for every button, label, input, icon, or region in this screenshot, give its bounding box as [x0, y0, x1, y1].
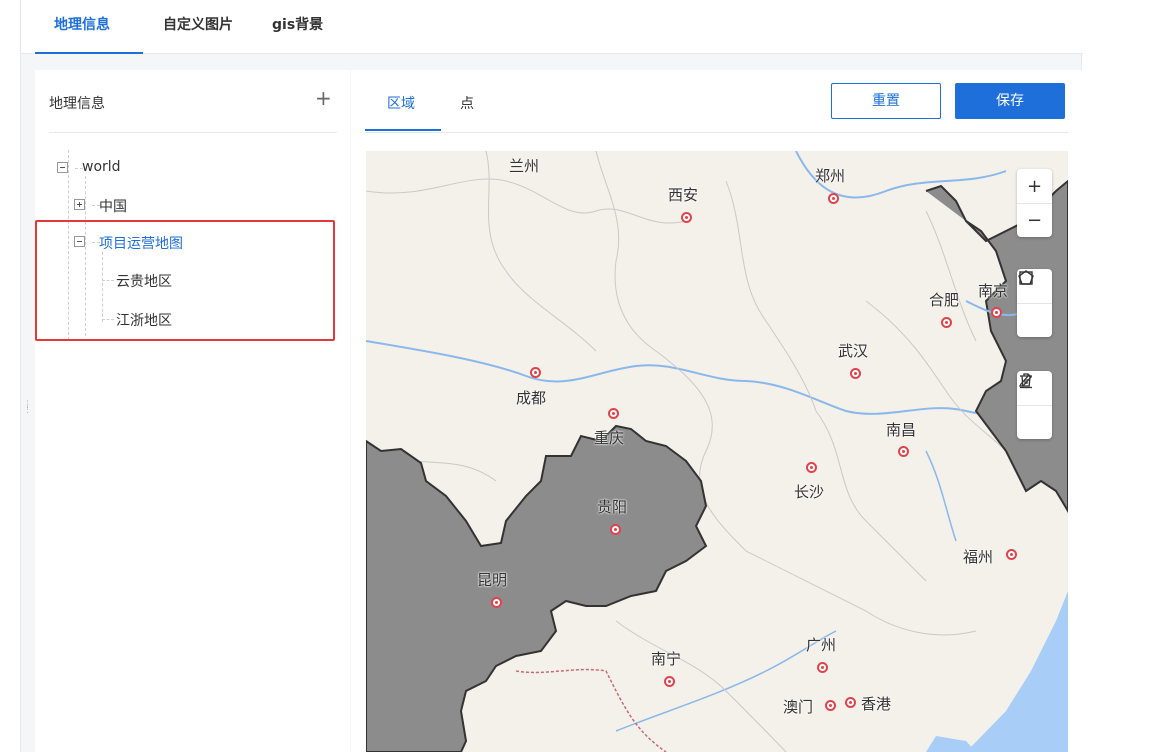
city-label: 合肥: [929, 291, 960, 309]
city-marker[interactable]: [608, 408, 619, 419]
river-line: [925, 450, 957, 542]
map-background: [366, 151, 1068, 752]
divider: [49, 132, 337, 133]
city-marker[interactable]: [825, 700, 836, 711]
map-editor-panel: 区域 点 重置 保存 兰州 郑州 西安 合肥 南京 武汉 成都 重庆 南昌 长沙…: [351, 70, 1083, 752]
city-label: 澳门: [783, 698, 814, 716]
city-marker[interactable]: [898, 446, 909, 457]
city-marker[interactable]: [530, 367, 541, 378]
city-marker[interactable]: [664, 676, 675, 687]
city-label: 昆明: [477, 571, 508, 589]
city-label: 南昌: [886, 421, 917, 439]
city-label: 香港: [861, 695, 892, 713]
tab-geo-info[interactable]: 地理信息: [54, 14, 110, 34]
city-label: 武汉: [838, 342, 869, 360]
tab-gis-background[interactable]: gis背景: [272, 14, 323, 34]
city-label: 兰州: [509, 157, 540, 175]
city-marker[interactable]: [941, 317, 952, 328]
city-label: 长沙: [794, 483, 825, 501]
rectangle-icon[interactable]: [1017, 271, 1052, 337]
highlight-box: [35, 220, 335, 341]
region-yungui[interactable]: [366, 424, 708, 752]
plus-icon[interactable]: +: [315, 86, 332, 110]
zoom-out-icon[interactable]: −: [1017, 203, 1052, 237]
expand-icon[interactable]: [74, 199, 85, 210]
city-marker[interactable]: [845, 697, 856, 708]
tree-node-world[interactable]: world: [82, 159, 121, 175]
sea-area: [926, 736, 976, 752]
city-marker[interactable]: [850, 368, 861, 379]
active-tab-indicator: [365, 129, 441, 131]
tree-node-china[interactable]: 中国: [99, 196, 127, 216]
city-marker[interactable]: [828, 193, 839, 204]
trash-icon[interactable]: [1017, 373, 1052, 439]
city-label: 广州: [806, 636, 837, 654]
city-label: 南京: [978, 282, 1009, 300]
panel-title: 地理信息: [49, 96, 105, 112]
save-button[interactable]: 保存: [955, 83, 1065, 119]
city-marker[interactable]: [681, 212, 692, 223]
city-label: 成都: [516, 389, 547, 407]
app-frame: 地理信息 自定义图片 gis背景 ⋮⋮ ⋮⋮ 地理信息 + world 中国 项目…: [20, 0, 1083, 752]
city-label: 南宁: [651, 650, 682, 668]
collapse-icon[interactable]: [57, 162, 68, 173]
city-marker[interactable]: [806, 462, 817, 473]
active-tab-indicator: [35, 52, 143, 54]
reset-button[interactable]: 重置: [831, 83, 941, 119]
city-marker[interactable]: [991, 307, 1002, 318]
tab-point[interactable]: 点: [460, 93, 474, 113]
zoom-controls: + −: [1017, 169, 1052, 237]
city-label: 重庆: [594, 429, 625, 447]
divider: [365, 132, 1068, 133]
city-marker[interactable]: [1006, 549, 1017, 560]
city-marker[interactable]: [491, 597, 502, 608]
tab-custom-image[interactable]: 自定义图片: [163, 14, 233, 34]
city-label: 贵阳: [597, 498, 628, 516]
geo-info-panel: 地理信息 + world 中国 项目运营地图 云贵地区 江浙地区: [35, 70, 350, 752]
city-marker[interactable]: [817, 662, 828, 673]
tab-region[interactable]: 区域: [387, 93, 415, 113]
city-label: 西安: [668, 186, 699, 204]
city-marker[interactable]: [610, 524, 621, 535]
city-label: 郑州: [815, 167, 846, 185]
city-label: 福州: [963, 548, 994, 566]
top-tab-bar: 地理信息 自定义图片 gis背景: [21, 0, 1083, 54]
map-canvas[interactable]: 兰州 郑州 西安 合肥 南京 武汉 成都 重庆 南昌 长沙 贵阳 福州 昆明 广…: [366, 151, 1068, 752]
river-line: [366, 340, 1068, 416]
edit-controls: [1017, 371, 1052, 439]
draw-controls: [1017, 269, 1052, 337]
zoom-in-icon[interactable]: +: [1017, 169, 1052, 203]
sea-area: [966, 591, 1068, 752]
